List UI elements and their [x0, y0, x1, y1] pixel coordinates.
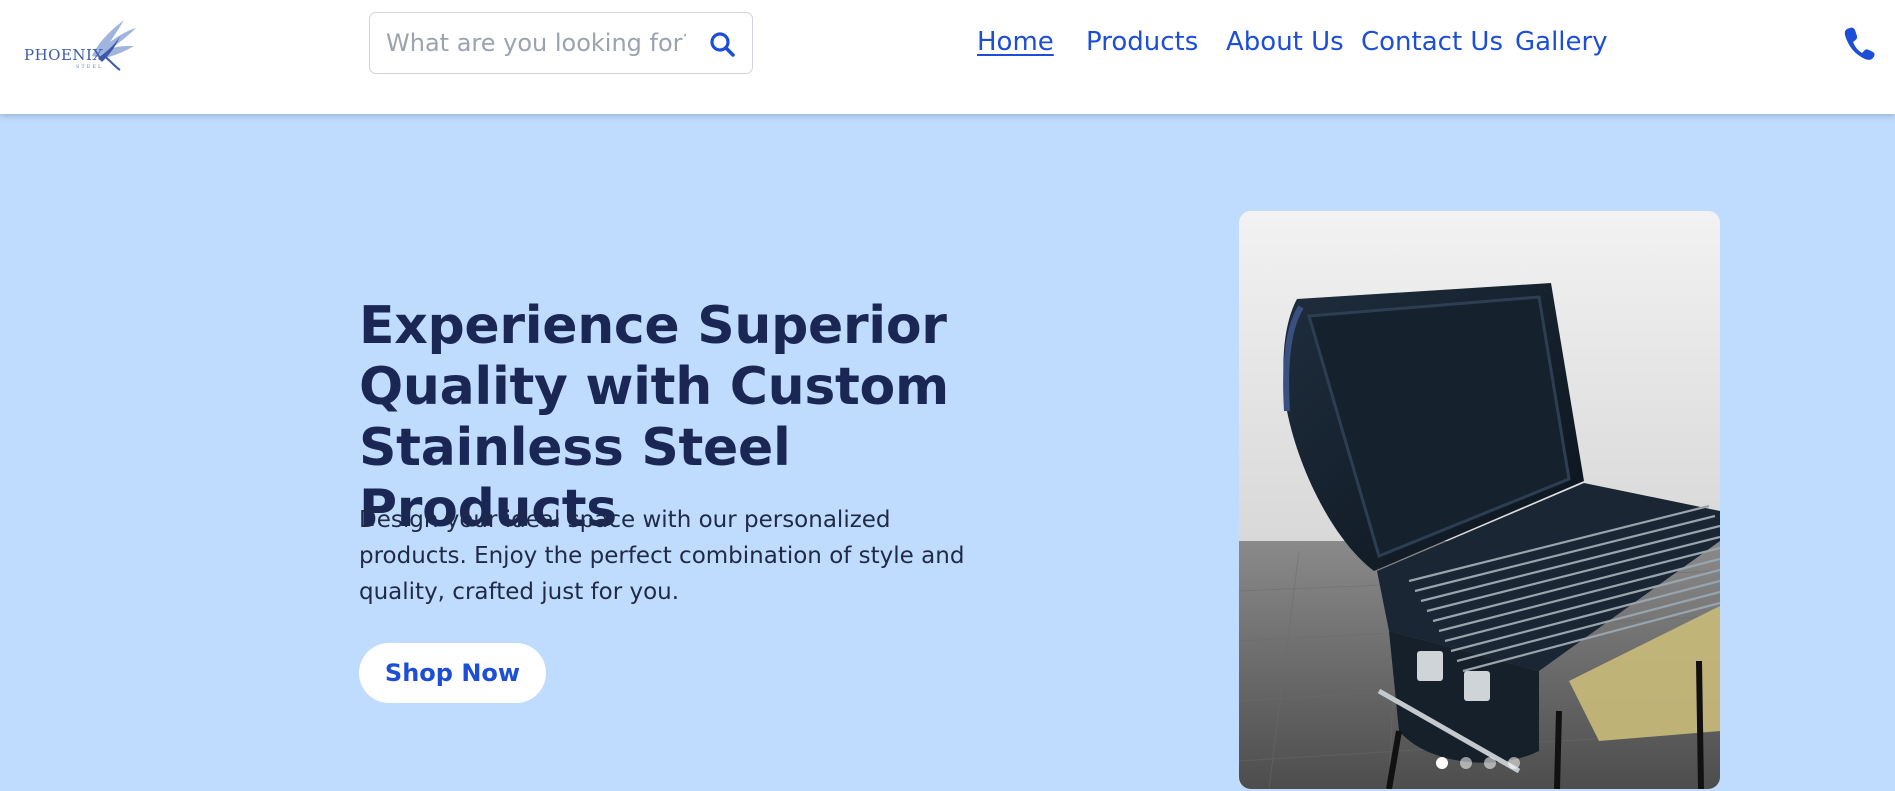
nav-link-gallery[interactable]: Gallery [1515, 27, 1608, 57]
nav-link-contact-us[interactable]: Contact Us [1361, 27, 1503, 57]
brand-logo[interactable]: PHOENIX STEEL [24, 16, 136, 76]
search-button[interactable] [706, 28, 738, 60]
carousel-dot-1[interactable] [1436, 757, 1448, 769]
top-navigation-bar: PHOENIX STEEL Home Products About Us Con… [0, 0, 1895, 114]
hero-description: Design your ideal space with our persona… [359, 507, 965, 605]
nav-link-home[interactable]: Home [977, 27, 1054, 57]
carousel-dot-4[interactable] [1508, 757, 1520, 769]
nav-link-products[interactable]: Products [1086, 27, 1198, 57]
phone-icon [1844, 27, 1875, 60]
search-box [369, 12, 753, 74]
hero-carousel [1239, 211, 1720, 789]
search-input[interactable] [386, 25, 686, 61]
carousel-dot-3[interactable] [1484, 757, 1496, 769]
search-icon [710, 32, 735, 57]
phone-button[interactable] [1843, 26, 1875, 60]
carousel-dot-2[interactable] [1460, 757, 1472, 769]
brand-subtitle: STEEL [76, 64, 104, 70]
nav-link-about-us[interactable]: About Us [1226, 27, 1344, 57]
carousel-dots [1436, 757, 1520, 769]
barbecue-grill-image [1239, 211, 1720, 789]
brand-name: PHOENIX [24, 46, 104, 64]
shop-now-button[interactable]: Shop Now [359, 643, 546, 703]
